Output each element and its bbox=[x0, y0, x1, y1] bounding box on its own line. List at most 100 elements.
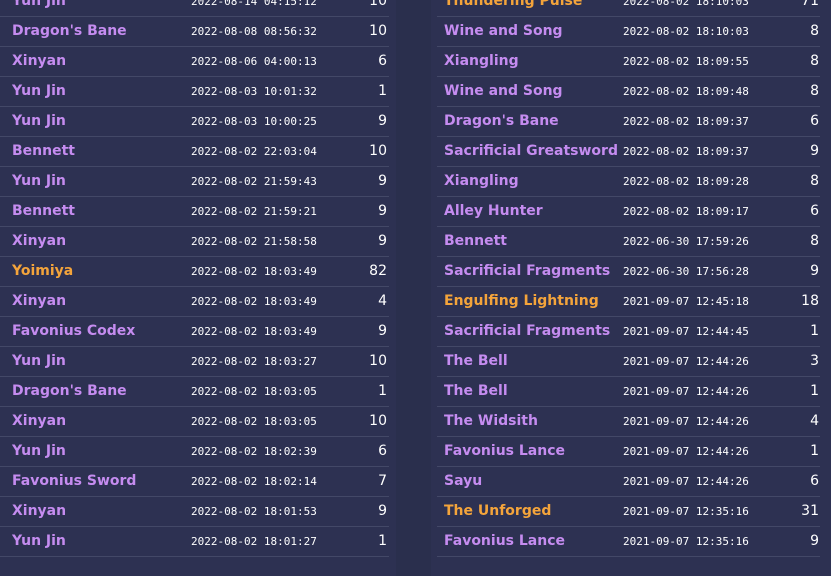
item-pity-count: 8 bbox=[810, 23, 819, 39]
item-pity-count: 3 bbox=[810, 353, 819, 369]
wish-history-panel-left[interactable]: Yun Jin 2022-08-14 04:15:12 10 Dragon's Ban… bbox=[0, 0, 396, 576]
item-name: Favonius Codex bbox=[12, 323, 136, 339]
list-item: Thundering Pulse 2022-08-02 18:10:03 71 bbox=[437, 0, 820, 17]
item-timestamp: 2022-08-02 18:03:05 bbox=[191, 415, 317, 428]
item-timestamp: 2021-09-07 12:44:45 bbox=[623, 325, 749, 338]
list-item: The Bell 2021-09-07 12:44:26 1 bbox=[437, 377, 820, 407]
item-timestamp: 2022-08-02 18:09:28 bbox=[623, 175, 749, 188]
list-item: The Bell 2021-09-07 12:44:26 3 bbox=[437, 347, 820, 377]
item-name: Yun Jin bbox=[12, 83, 66, 99]
item-timestamp: 2021-09-07 12:35:16 bbox=[623, 505, 749, 518]
list-item: Xiangling 2022-08-02 18:09:28 8 bbox=[437, 167, 820, 197]
item-name: Yun Jin bbox=[12, 113, 66, 129]
item-pity-count: 71 bbox=[801, 0, 819, 9]
item-pity-count: 10 bbox=[369, 353, 387, 369]
item-pity-count: 9 bbox=[378, 173, 387, 189]
item-timestamp: 2022-08-02 18:01:53 bbox=[191, 505, 317, 518]
item-name: Yun Jin bbox=[12, 353, 66, 369]
item-pity-count: 8 bbox=[810, 173, 819, 189]
item-name: Xinyan bbox=[12, 53, 67, 69]
item-name: Thundering Pulse bbox=[444, 0, 583, 9]
list-item: Sacrificial Fragments 2021-09-07 12:44:45… bbox=[437, 317, 820, 347]
list-item: Xinyan 2022-08-02 18:03:05 10 bbox=[0, 407, 389, 437]
item-timestamp: 2022-08-02 18:09:37 bbox=[623, 145, 749, 158]
item-name: Dragon's Bane bbox=[444, 113, 559, 129]
item-name: Xinyan bbox=[12, 503, 67, 519]
item-timestamp: 2022-08-02 18:03:05 bbox=[191, 385, 317, 398]
list-item: Xiangling 2022-08-02 18:09:55 8 bbox=[437, 47, 820, 77]
item-timestamp: 2022-08-02 18:03:49 bbox=[191, 295, 317, 308]
list-item: Favonius Codex 2022-08-02 18:03:49 9 bbox=[0, 317, 389, 347]
item-timestamp: 2022-08-02 18:09:48 bbox=[623, 85, 749, 98]
item-pity-count: 9 bbox=[810, 263, 819, 279]
item-pity-count: 31 bbox=[801, 503, 819, 519]
list-item: Dragon's Bane 2022-08-02 18:03:05 1 bbox=[0, 377, 389, 407]
item-timestamp: 2022-06-30 17:56:28 bbox=[623, 265, 749, 278]
wish-history-list-left: Yun Jin 2022-08-14 04:15:12 10 Dragon's Ban… bbox=[0, 0, 396, 557]
item-pity-count: 7 bbox=[378, 473, 387, 489]
item-name: Yun Jin bbox=[12, 533, 66, 549]
item-timestamp: 2022-08-02 21:59:43 bbox=[191, 175, 317, 188]
item-timestamp: 2022-08-02 18:02:14 bbox=[191, 475, 317, 488]
item-name: Engulfing Lightning bbox=[444, 293, 599, 309]
item-pity-count: 1 bbox=[378, 383, 387, 399]
item-pity-count: 9 bbox=[378, 113, 387, 129]
wish-history-panel-right[interactable]: Thundering Pulse 2022-08-02 18:10:03 71 Win… bbox=[431, 0, 831, 576]
item-name: Xiangling bbox=[444, 173, 519, 189]
item-name: Wine and Song bbox=[444, 83, 563, 99]
list-item: The Unforged 2021-09-07 12:35:16 31 bbox=[437, 497, 820, 527]
list-item: Yun Jin 2022-08-02 18:03:27 10 bbox=[0, 347, 389, 377]
list-item: Yun Jin 2022-08-02 18:02:39 6 bbox=[0, 437, 389, 467]
item-pity-count: 9 bbox=[810, 533, 819, 549]
list-item: Bennett 2022-08-02 22:03:04 10 bbox=[0, 137, 389, 167]
item-pity-count: 8 bbox=[810, 233, 819, 249]
item-timestamp: 2021-09-07 12:44:26 bbox=[623, 415, 749, 428]
item-timestamp: 2022-08-02 18:10:03 bbox=[623, 25, 749, 38]
item-pity-count: 9 bbox=[378, 203, 387, 219]
list-item: Favonius Lance 2021-09-07 12:44:26 1 bbox=[437, 437, 820, 467]
list-item: Dragon's Bane 2022-08-02 18:09:37 6 bbox=[437, 107, 820, 137]
item-name: Favonius Sword bbox=[12, 473, 137, 489]
item-name: The Bell bbox=[444, 383, 508, 399]
item-timestamp: 2022-08-02 18:03:49 bbox=[191, 325, 317, 338]
item-name: Alley Hunter bbox=[444, 203, 543, 219]
item-name: Yun Jin bbox=[12, 173, 66, 189]
item-name: Xiangling bbox=[444, 53, 519, 69]
item-pity-count: 6 bbox=[378, 443, 387, 459]
item-name: Xinyan bbox=[12, 413, 67, 429]
item-name: Sacrificial Fragments bbox=[444, 323, 611, 339]
list-item: Alley Hunter 2022-08-02 18:09:17 6 bbox=[437, 197, 820, 227]
item-timestamp: 2022-08-02 18:09:17 bbox=[623, 205, 749, 218]
item-timestamp: 2021-09-07 12:44:26 bbox=[623, 475, 749, 488]
list-item: The Widsith 2021-09-07 12:44:26 4 bbox=[437, 407, 820, 437]
item-timestamp: 2022-08-02 18:02:39 bbox=[191, 445, 317, 458]
item-timestamp: 2021-09-07 12:44:26 bbox=[623, 355, 749, 368]
item-name: Favonius Lance bbox=[444, 443, 566, 459]
item-timestamp: 2022-08-02 18:03:27 bbox=[191, 355, 317, 368]
item-timestamp: 2022-08-02 18:10:03 bbox=[623, 0, 749, 8]
item-timestamp: 2022-08-03 10:00:25 bbox=[191, 115, 317, 128]
item-name: Dragon's Bane bbox=[12, 23, 127, 39]
item-pity-count: 1 bbox=[810, 383, 819, 399]
item-pity-count: 9 bbox=[810, 143, 819, 159]
item-name: Yoimiya bbox=[12, 263, 74, 279]
item-timestamp: 2022-08-14 04:15:12 bbox=[191, 0, 317, 8]
list-item: Xinyan 2022-08-02 18:01:53 9 bbox=[0, 497, 389, 527]
item-timestamp: 2022-06-30 17:59:26 bbox=[623, 235, 749, 248]
list-item: Yun Jin 2022-08-14 04:15:12 10 bbox=[0, 0, 389, 17]
list-item: Xinyan 2022-08-06 04:00:13 6 bbox=[0, 47, 389, 77]
item-pity-count: 6 bbox=[810, 113, 819, 129]
item-pity-count: 9 bbox=[378, 233, 387, 249]
item-name: Dragon's Bane bbox=[12, 383, 127, 399]
item-timestamp: 2022-08-02 18:09:37 bbox=[623, 115, 749, 128]
list-item: Sacrificial Fragments 2022-06-30 17:56:28… bbox=[437, 257, 820, 287]
item-timestamp: 2022-08-02 21:59:21 bbox=[191, 205, 317, 218]
list-item: Sayu 2021-09-07 12:44:26 6 bbox=[437, 467, 820, 497]
list-item: Wine and Song 2022-08-02 18:10:03 8 bbox=[437, 17, 820, 47]
list-item: Yun Jin 2022-08-03 10:00:25 9 bbox=[0, 107, 389, 137]
item-name: The Unforged bbox=[444, 503, 552, 519]
list-item: Yun Jin 2022-08-03 10:01:32 1 bbox=[0, 77, 389, 107]
list-item: Favonius Sword 2022-08-02 18:02:14 7 bbox=[0, 467, 389, 497]
item-name: Sacrificial Fragments bbox=[444, 263, 611, 279]
item-pity-count: 10 bbox=[369, 23, 387, 39]
